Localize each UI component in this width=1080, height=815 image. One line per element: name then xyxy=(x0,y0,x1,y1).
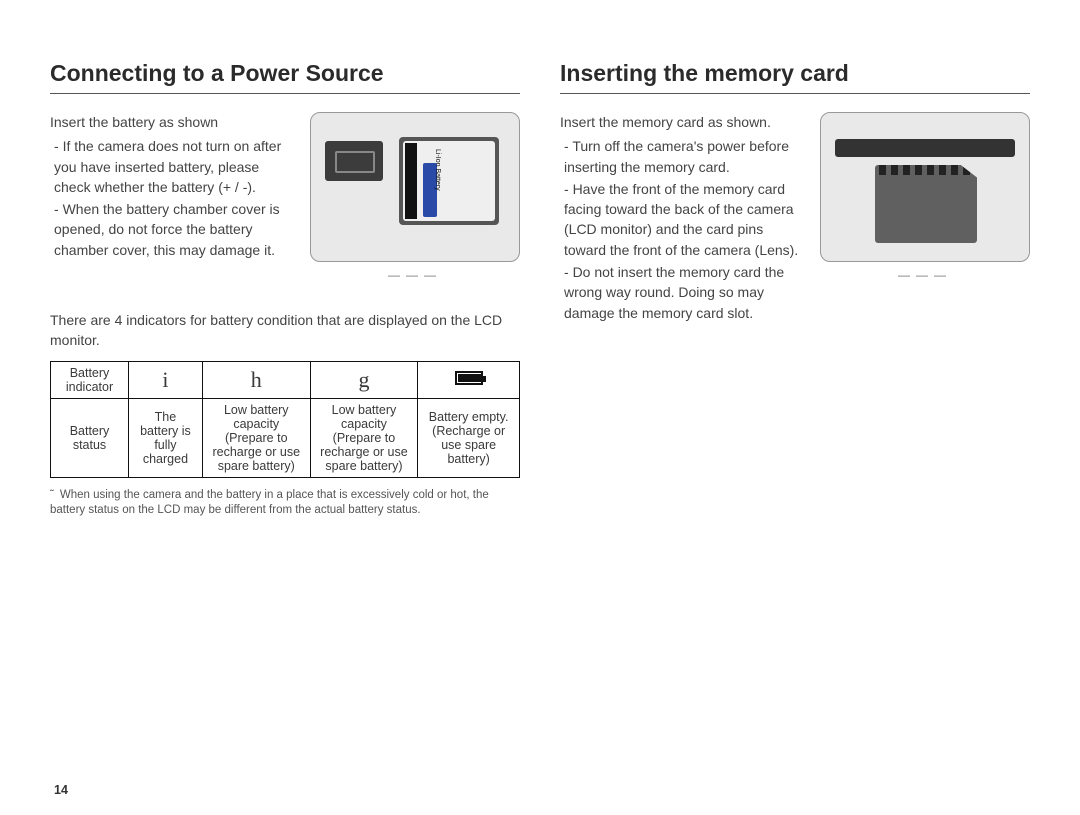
battery-footnote: ˜When using the camera and the battery i… xyxy=(50,488,520,519)
battery-indicator-intro: There are 4 indicators for battery condi… xyxy=(50,310,520,351)
memory-bullet-2: Have the front of the memory card facing… xyxy=(564,179,806,260)
battery-bullet-2: When the battery chamber cover is opened… xyxy=(54,199,296,260)
section-title-memory: Inserting the memory card xyxy=(560,60,1030,94)
left-column: Connecting to a Power Source Insert the … xyxy=(50,60,520,795)
sd-card-icon xyxy=(875,165,977,243)
battery-empty-icon xyxy=(455,371,483,388)
status-cell-2: Low battery capacity (Prepare to recharg… xyxy=(202,398,310,477)
indicator-cell-4 xyxy=(418,361,520,398)
indicator-cell-2: h xyxy=(202,361,310,398)
battery-side-text: Li-Ion Battery xyxy=(434,149,441,191)
indicator-cell-1: i xyxy=(129,361,203,398)
memory-illustration-box xyxy=(820,112,1030,262)
memory-intro-text: Insert the memory card as shown. Turn of… xyxy=(560,112,806,325)
status-cell-3: Low battery capacity (Prepare to recharg… xyxy=(310,398,418,477)
table-row: Battery indicator i h g xyxy=(51,361,520,398)
memory-intro-row: Insert the memory card as shown. Turn of… xyxy=(560,112,1030,325)
right-column: Inserting the memory card Insert the mem… xyxy=(560,60,1030,795)
battery-bullet-1: If the camera does not turn on after you… xyxy=(54,136,296,197)
battery-full-icon: i xyxy=(162,367,168,393)
footnote-text: When using the camera and the battery in… xyxy=(50,489,489,517)
battery-intro-row: Insert the battery as shown If the camer… xyxy=(50,112,520,282)
battery-one-third-icon: g xyxy=(358,367,369,393)
memory-lead: Insert the memory card as shown. xyxy=(560,112,806,132)
section-title-power: Connecting to a Power Source xyxy=(50,60,520,94)
memory-illus-caption: ——— xyxy=(820,268,1030,282)
status-cell-1: The battery is fully charged xyxy=(129,398,203,477)
footnote-marker: ˜ xyxy=(50,489,54,501)
battery-stripe-icon xyxy=(405,143,417,219)
battery-illus-caption: ——— xyxy=(310,268,520,282)
status-cell-4: Battery empty. (Recharge or use spare ba… xyxy=(418,398,520,477)
battery-illustration: Li-Ion Battery ——— xyxy=(310,112,520,282)
battery-illustration-box: Li-Ion Battery xyxy=(310,112,520,262)
battery-intro-text: Insert the battery as shown If the camer… xyxy=(50,112,296,282)
battery-lead: Insert the battery as shown xyxy=(50,112,296,132)
page-number: 14 xyxy=(54,783,68,797)
table-row: Battery status The battery is fully char… xyxy=(51,398,520,477)
memory-illustration: ——— xyxy=(820,112,1030,325)
battery-two-thirds-icon: h xyxy=(251,367,262,393)
battery-slot-icon xyxy=(325,141,383,181)
table-header-indicator: Battery indicator xyxy=(51,361,129,398)
indicator-cell-3: g xyxy=(310,361,418,398)
memory-bullet-1: Turn off the camera's power before inser… xyxy=(564,136,806,177)
table-header-status: Battery status xyxy=(51,398,129,477)
memory-bullet-3: Do not insert the memory card the wrong … xyxy=(564,262,806,323)
card-slot-icon xyxy=(835,139,1015,157)
battery-indicator-table: Battery indicator i h g Battery status xyxy=(50,361,520,478)
